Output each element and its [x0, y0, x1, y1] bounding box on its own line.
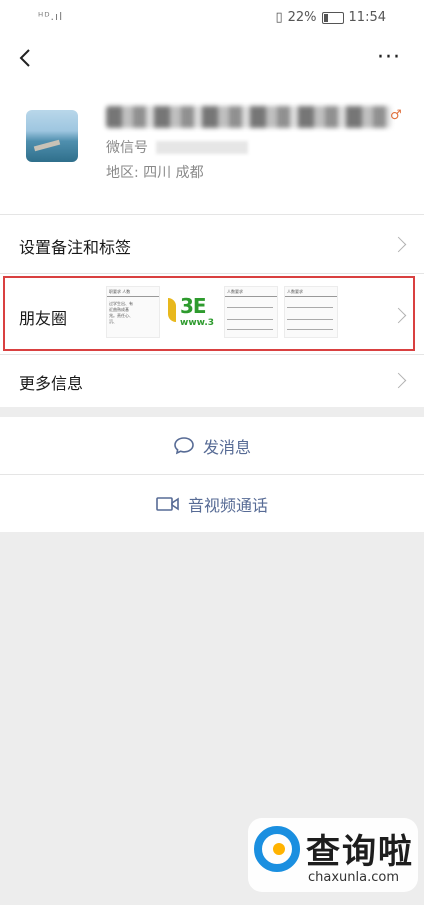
- video-call-button[interactable]: 音视频通话: [0, 475, 424, 532]
- more-info-label: 更多信息: [19, 374, 84, 393]
- vibrate-icon: ▯: [275, 10, 283, 25]
- nickname-redacted: [106, 106, 391, 128]
- chat-bubble-icon: [174, 436, 194, 454]
- clock: 11:54: [348, 10, 386, 25]
- wechat-id-redacted: [156, 140, 248, 154]
- battery-icon: [321, 11, 344, 24]
- moments-row[interactable]: 朋友圈 职要求 人数 过学生出、有 近曲熟成基 兆。责任心、 沉、 3E www…: [0, 274, 424, 354]
- chevron-right-icon: [390, 372, 407, 389]
- navbar: ···: [0, 36, 424, 82]
- video-call-label: 音视频通话: [187, 495, 268, 515]
- chevron-right-icon: [390, 307, 407, 324]
- status-right: ▯ 22% 11:54: [275, 10, 386, 25]
- moments-thumbnails: 职要求 人数 过学生出、有 近曲熟成基 兆。责任心、 沉、 3E www.3 人…: [106, 286, 338, 338]
- moment-thumb: 职要求 人数 过学生出、有 近曲熟成基 兆。责任心、 沉、: [106, 286, 160, 338]
- wechat-id: 微信号: [106, 137, 248, 157]
- more-info-row[interactable]: 更多信息: [0, 355, 424, 407]
- wechat-id-label: 微信号: [106, 140, 148, 156]
- profile-card: ♂ 微信号 地区: 四川 成都: [0, 82, 424, 214]
- more-button[interactable]: ···: [374, 46, 404, 70]
- set-remarks-row[interactable]: 设置备注和标签: [0, 215, 424, 273]
- send-message-label: 发消息: [202, 437, 251, 457]
- gender-icon: ♂: [390, 108, 402, 123]
- moment-thumb: 人数要求: [224, 286, 278, 338]
- region: 地区: 四川 成都: [106, 165, 204, 181]
- send-message-button[interactable]: 发消息: [0, 417, 424, 474]
- moment-thumb: 人数要求: [284, 286, 338, 338]
- moment-thumb-logo: 3E www.3: [166, 286, 218, 336]
- status-bar: ᴴᴰ.ıl ▯ 22% 11:54: [0, 0, 424, 36]
- leaf-icon: [168, 298, 176, 322]
- avatar[interactable]: [26, 110, 78, 162]
- chevron-right-icon: [390, 236, 407, 253]
- watermark-logo: 查询啦 chaxunla.com: [248, 818, 418, 892]
- battery-percent: 22%: [287, 10, 317, 25]
- set-remarks-label: 设置备注和标签: [19, 238, 132, 257]
- video-camera-icon: [156, 496, 179, 511]
- chevron-left-icon: [19, 49, 30, 67]
- back-button[interactable]: [14, 46, 38, 70]
- moments-label: 朋友圈: [19, 309, 68, 328]
- signal-indicator: ᴴᴰ.ıl: [38, 10, 64, 23]
- magnifier-logo-icon: [254, 826, 300, 872]
